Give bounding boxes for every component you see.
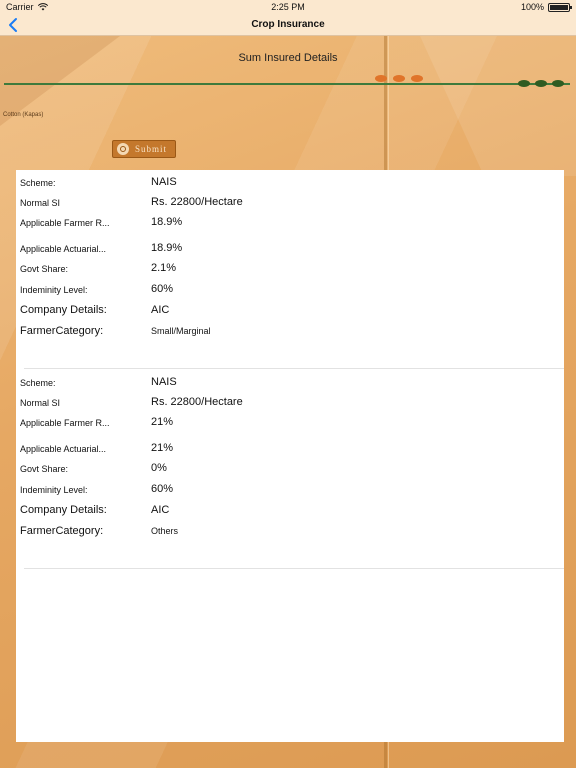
indemnity-value: 60% xyxy=(151,283,174,295)
navigation-bar: Crop Insurance xyxy=(0,14,576,36)
slider-dot[interactable] xyxy=(411,75,423,82)
farmer-rate-label: Applicable Farmer R... xyxy=(20,218,110,228)
search-icon xyxy=(117,143,129,155)
scheme-label: Scheme: xyxy=(20,178,56,188)
farmer-rate-value: 18.9% xyxy=(151,216,183,228)
details-panel: Scheme: NAIS Normal SI Rs. 22800/Hectare… xyxy=(16,170,564,742)
farmer-rate-value: 21% xyxy=(151,416,174,428)
actuarial-label: Applicable Actuarial... xyxy=(20,444,107,454)
submit-label: Submit xyxy=(135,144,168,154)
farmer-category-label: FarmerCategory: xyxy=(20,525,104,537)
slider-dot[interactable] xyxy=(518,80,530,87)
record-divider xyxy=(24,368,564,369)
indemnity-label: Indeminity Level: xyxy=(20,285,88,295)
company-value: AIC xyxy=(151,504,170,516)
scheme-value: NAIS xyxy=(151,376,177,388)
farmer-category-value: Others xyxy=(151,526,179,536)
govt-share-label: Govt Share: xyxy=(20,464,69,474)
crop-label: Cotton (Kapas) xyxy=(3,112,44,118)
slider-dot[interactable] xyxy=(393,75,405,82)
govt-share-label: Govt Share: xyxy=(20,264,69,274)
actuarial-label: Applicable Actuarial... xyxy=(20,244,107,254)
scheme-value: NAIS xyxy=(151,176,177,188)
govt-share-value: 2.1% xyxy=(151,262,177,274)
actuarial-value: 18.9% xyxy=(151,242,183,254)
chevron-left-icon[interactable] xyxy=(6,16,22,34)
farmer-category-label: FarmerCategory: xyxy=(20,325,104,337)
normal-si-label: Normal SI xyxy=(20,198,61,208)
company-label: Company Details: xyxy=(20,304,107,316)
normal-si-label: Normal SI xyxy=(20,398,61,408)
govt-share-value: 0% xyxy=(151,462,167,474)
company-value: AIC xyxy=(151,304,170,316)
insurance-record: Scheme: NAIS Normal SI Rs. 22800/Hectare… xyxy=(16,370,564,570)
slider-track[interactable] xyxy=(4,83,570,85)
indemnity-label: Indeminity Level: xyxy=(20,485,88,495)
record-divider xyxy=(24,568,564,569)
scheme-label: Scheme: xyxy=(20,378,56,388)
status-bar: Carrier 2:25 PM 100% xyxy=(0,0,576,14)
section-title: Sum Insured Details xyxy=(238,52,338,64)
normal-si-value: Rs. 22800/Hectare xyxy=(151,196,243,208)
insurance-record: Scheme: NAIS Normal SI Rs. 22800/Hectare… xyxy=(16,170,564,370)
farmer-rate-label: Applicable Farmer R... xyxy=(20,418,110,428)
slider-dot[interactable] xyxy=(375,75,387,82)
farmer-category-value: Small/Marginal xyxy=(151,326,211,336)
submit-button[interactable]: Submit xyxy=(112,140,176,158)
actuarial-value: 21% xyxy=(151,442,174,454)
slider-dot[interactable] xyxy=(552,80,564,87)
slider-dot[interactable] xyxy=(535,80,547,87)
company-label: Company Details: xyxy=(20,504,107,516)
battery-icon xyxy=(548,2,572,12)
status-time: 2:25 PM xyxy=(271,2,305,12)
battery-fill xyxy=(550,4,568,10)
page-title: Crop Insurance xyxy=(251,19,325,30)
indemnity-value: 60% xyxy=(151,483,174,495)
normal-si-value: Rs. 22800/Hectare xyxy=(151,396,243,408)
